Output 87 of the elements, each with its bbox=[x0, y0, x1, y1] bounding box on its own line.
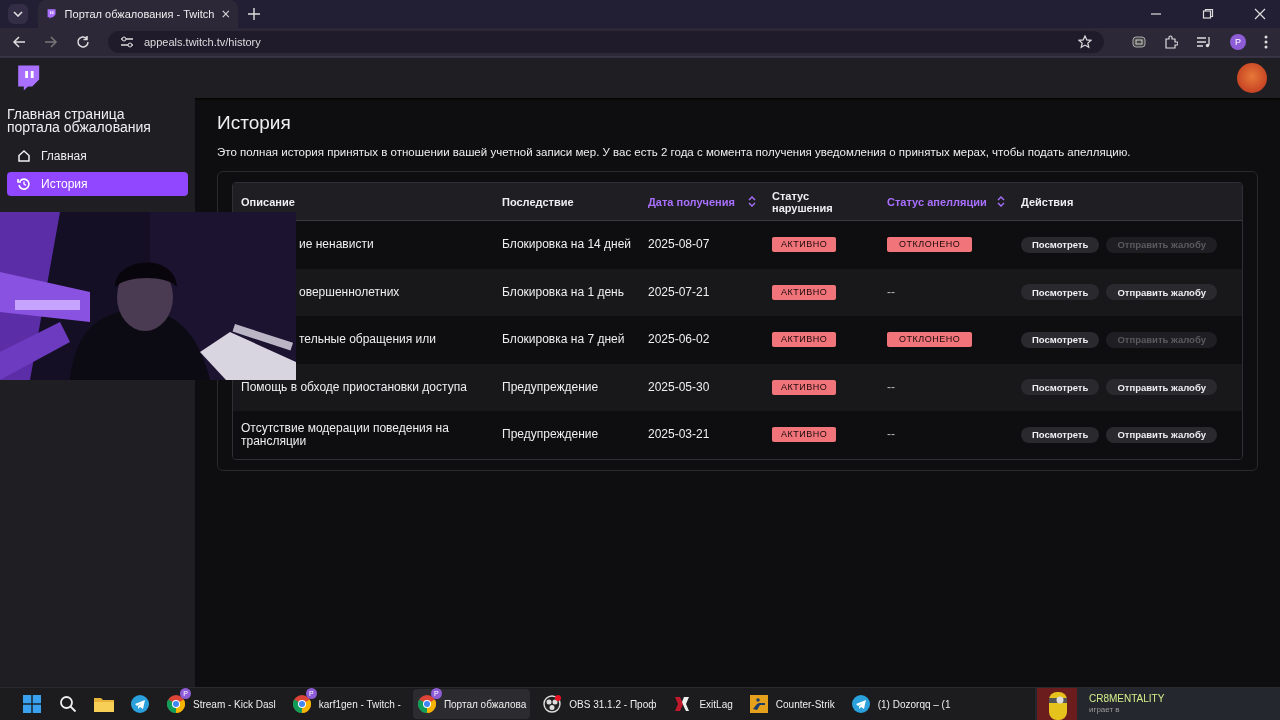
obs-icon bbox=[543, 695, 562, 713]
table-cell: Предупреждение bbox=[502, 380, 599, 394]
user-avatar[interactable] bbox=[1237, 63, 1267, 93]
site-settings-icon[interactable] bbox=[120, 36, 134, 48]
view-button[interactable]: Посмотреть bbox=[1021, 236, 1100, 253]
friend-status: играет в bbox=[1089, 704, 1121, 715]
table-cell: Блокировка на 7 дней bbox=[502, 333, 625, 347]
table-cell: 2025-03-21 bbox=[648, 428, 710, 442]
restore-icon[interactable] bbox=[1202, 8, 1214, 20]
extension-icon[interactable] bbox=[1132, 36, 1146, 48]
counter-strike-icon bbox=[749, 695, 768, 713]
media-icon[interactable] bbox=[1196, 36, 1212, 48]
new-tab-icon[interactable] bbox=[248, 8, 260, 20]
taskbar-item[interactable]: OBS 31.1.2 - Проф bbox=[538, 689, 661, 719]
table-cell: ие ненависти bbox=[299, 238, 374, 252]
windows-icon bbox=[23, 695, 41, 713]
history-icon bbox=[17, 177, 31, 191]
tab-list-button[interactable] bbox=[8, 4, 28, 24]
table-cell: тельные обращения или bbox=[299, 333, 437, 347]
table-cell: овершеннолетних bbox=[299, 285, 400, 299]
back-icon[interactable] bbox=[12, 35, 26, 49]
table-cell: 2025-07-21 bbox=[648, 285, 710, 299]
home-icon bbox=[17, 149, 31, 163]
status-badge: АКТИВНО bbox=[772, 237, 837, 253]
chrome-icon bbox=[167, 695, 185, 713]
chevron-down-icon bbox=[13, 11, 23, 17]
view-button[interactable]: Посмотреть bbox=[1021, 284, 1100, 301]
page-title: История bbox=[217, 112, 292, 134]
sort-icon[interactable] bbox=[997, 196, 1005, 207]
close-icon[interactable] bbox=[222, 9, 230, 19]
chrome-icon bbox=[292, 695, 311, 713]
table-cell: -- bbox=[887, 428, 895, 442]
exitlag-icon bbox=[673, 695, 692, 713]
table-cell: 2025-06-02 bbox=[648, 333, 710, 347]
table-cell: -- bbox=[887, 285, 895, 299]
paper-plane-icon bbox=[851, 695, 870, 713]
intro-text: Это полная история принятых в отношении вашей учетной записи мер. У вас есть 2 года с момента получения уведомления о принятых мерах, чтобы подать апелляцию. bbox=[217, 146, 1132, 159]
browser-tab[interactable]: Портал обжалования - Twitch bbox=[38, 0, 238, 28]
sidebar-title: Главная страница портала обжалования bbox=[7, 108, 152, 134]
twitch-logo-icon bbox=[46, 7, 57, 21]
sidebar-item[interactable]: История bbox=[7, 172, 188, 196]
status-badge: ОТКЛОНЕНО bbox=[887, 237, 973, 253]
view-button[interactable]: Посмотреть bbox=[1021, 379, 1100, 396]
sidebar-item[interactable]: Главная bbox=[7, 144, 188, 168]
status-badge: АКТИВНО bbox=[772, 284, 837, 300]
table-cell: Блокировка на 14 дней bbox=[502, 238, 632, 252]
star-icon[interactable] bbox=[1078, 35, 1092, 49]
forward-icon[interactable] bbox=[44, 35, 58, 49]
column-header: Действия bbox=[1021, 195, 1074, 208]
column-header: Последствие bbox=[502, 195, 574, 208]
menu-icon[interactable] bbox=[1264, 35, 1268, 49]
taskbar-item[interactable]: Counter-Strik bbox=[744, 689, 839, 719]
table-cell: Блокировка на 1 день bbox=[502, 285, 624, 299]
table-cell: Помощь в обходе приостановки доступа bbox=[241, 380, 467, 394]
table-cell: 2025-08-07 bbox=[648, 238, 710, 252]
view-button[interactable]: Посмотреть bbox=[1021, 426, 1100, 443]
appeal-button[interactable]: Отправить жалобу bbox=[1106, 426, 1217, 443]
search-icon bbox=[59, 695, 77, 713]
avatar-icon bbox=[1037, 688, 1077, 720]
appeal-button[interactable]: Отправить жалобу bbox=[1106, 379, 1217, 396]
column-header: Описание bbox=[241, 195, 295, 208]
profile-avatar[interactable]: P bbox=[1230, 34, 1246, 50]
column-header: Статус нарушения bbox=[772, 189, 834, 214]
table-cell: 2025-05-30 bbox=[648, 380, 710, 394]
reload-icon[interactable] bbox=[76, 35, 90, 49]
status-badge: АКТИВНО bbox=[772, 379, 837, 395]
address-bar[interactable]: appeals.twitch.tv/history bbox=[108, 31, 1104, 53]
column-header[interactable]: Дата получения bbox=[648, 195, 735, 208]
taskbar-item[interactable]: ExitLag bbox=[668, 689, 737, 719]
status-badge: АКТИВНО bbox=[772, 332, 837, 348]
table-cell: Предупреждение bbox=[502, 428, 599, 442]
close-icon[interactable] bbox=[1254, 8, 1266, 20]
appeal-button[interactable]: Отправить жалобу bbox=[1106, 284, 1217, 301]
sort-icon[interactable] bbox=[748, 196, 756, 207]
status-badge: ОТКЛОНЕНО bbox=[887, 332, 973, 348]
chrome-icon bbox=[417, 695, 436, 713]
puzzle-icon[interactable] bbox=[1164, 35, 1178, 49]
notification-card[interactable]: CR8MENTALITY играет в bbox=[1035, 688, 1280, 720]
status-badge: АКТИВНО bbox=[772, 427, 837, 443]
paper-plane-icon bbox=[131, 695, 149, 713]
table-cell-text: Отсутствие модерации поведения на трансляции bbox=[241, 421, 450, 448]
table-cell: -- bbox=[887, 380, 895, 394]
taskbar-item[interactable]: (1) Dozorqq – (1 bbox=[846, 689, 955, 719]
friend-name: CR8MENTALITY bbox=[1089, 693, 1165, 704]
view-button[interactable]: Посмотреть bbox=[1021, 331, 1100, 348]
column-header[interactable]: Статус апелляции bbox=[887, 195, 987, 208]
folder-icon bbox=[94, 696, 114, 712]
